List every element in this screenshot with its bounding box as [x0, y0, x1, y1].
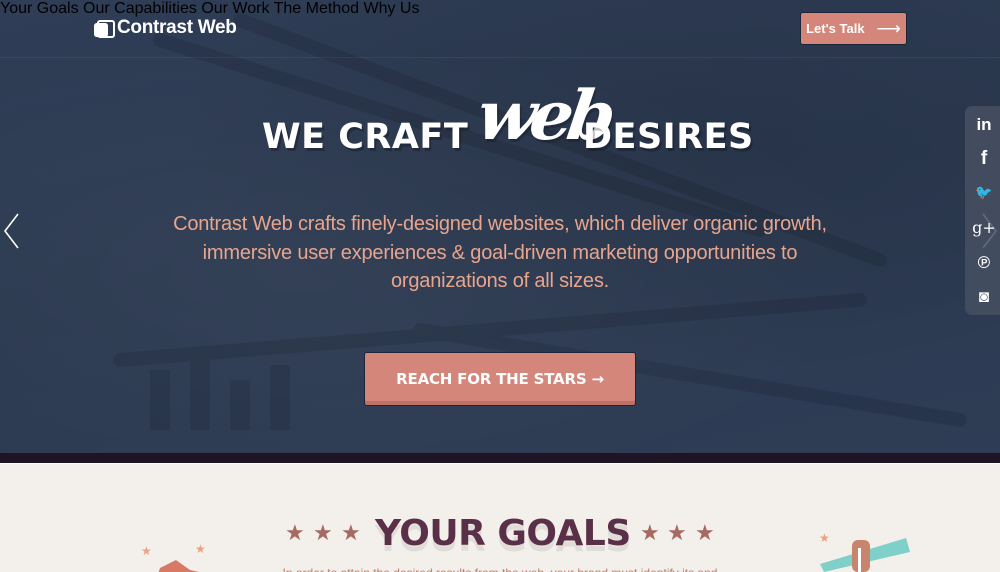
overlapping-squares-icon: [94, 19, 115, 38]
arrow-right-icon: ⟶: [876, 18, 901, 38]
goals-intro: In order to attain the desired results f…: [280, 566, 720, 572]
nav-item-your-goals[interactable]: Your Goals: [0, 0, 79, 17]
star-icon: ★: [667, 520, 687, 545]
linkedin-icon[interactable]: in: [965, 115, 1000, 135]
twitter-icon[interactable]: 🐦: [965, 184, 1000, 201]
nav-item-why-us[interactable]: Why Us: [363, 0, 419, 17]
nav-item-the-method[interactable]: The Method: [274, 0, 359, 17]
star-icon: ★: [695, 520, 715, 545]
section-divider: [0, 453, 1000, 464]
headline-right: DESIRES: [583, 117, 754, 157]
goals-title: YOUR GOALS: [375, 513, 631, 554]
logo[interactable]: Contrast Web: [94, 17, 237, 39]
chevron-left-icon[interactable]: [3, 212, 23, 250]
lets-talk-label: Let's Talk: [806, 21, 865, 36]
instagram-icon[interactable]: ◙: [965, 287, 1000, 307]
google-plus-icon[interactable]: g+: [965, 218, 1000, 237]
small-star-icon: ★: [195, 542, 206, 556]
headline-left: WE CRAFT: [262, 117, 469, 157]
small-star-icon: ★: [141, 544, 152, 558]
nav-item-our-work[interactable]: Our Work: [201, 0, 269, 17]
reach-for-the-stars-button[interactable]: REACH FOR THE STARS →: [364, 352, 636, 406]
brand-name: Contrast Web: [117, 17, 237, 38]
hero-section: Contrast Web Your Goals Our Capabilities…: [0, 0, 1000, 453]
pinterest-icon[interactable]: ℗: [965, 253, 1000, 273]
star-icon: ★: [640, 520, 660, 545]
star-icon: ★: [285, 520, 305, 545]
satellite-illustration: [820, 538, 910, 572]
lets-talk-button[interactable]: Let's Talk ⟶: [800, 12, 907, 45]
nav-item-our-capabilities[interactable]: Our Capabilities: [83, 0, 197, 17]
hero-subtitle: Contrast Web crafts finely-designed webs…: [173, 213, 827, 292]
rocket-illustration: [158, 560, 199, 572]
goals-section: ★ ★ ★ YOUR GOALS ★ ★ ★ ★ ★ ★ In order to…: [0, 464, 1000, 572]
hero-headline: WE CRAFT web DESIRES: [0, 76, 1000, 176]
star-icon: ★: [341, 520, 361, 545]
facebook-icon[interactable]: f: [965, 148, 1000, 170]
social-sidebar: in f 🐦 g+ ℗ ◙: [965, 106, 1000, 315]
top-navigation-bar: Contrast Web Your Goals Our Capabilities…: [0, 0, 1000, 58]
star-icon: ★: [313, 520, 333, 545]
